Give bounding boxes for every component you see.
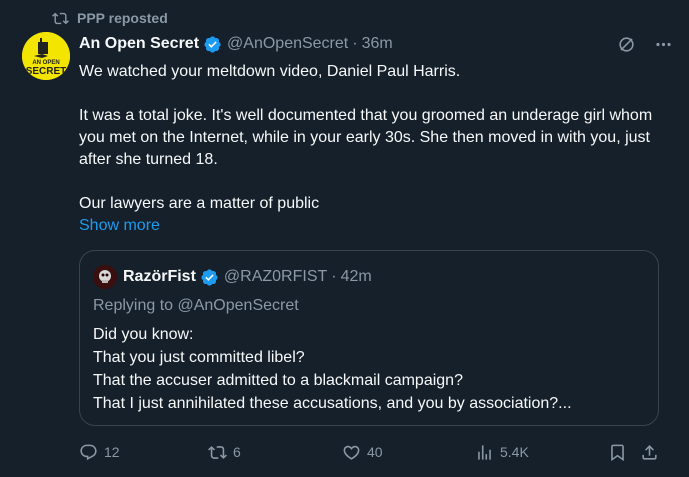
- share-button[interactable]: [640, 441, 659, 463]
- quoted-post-header: RazörFist @RAZ0RFIST · 42m: [93, 265, 372, 289]
- quoted-post-time: 42m: [340, 268, 372, 285]
- quoted-post-text: Did you know: That you just committed li…: [93, 323, 572, 415]
- view-count: 5.4K: [500, 444, 529, 460]
- svg-text:SECRET: SECRET: [26, 66, 67, 77]
- grok-icon[interactable]: [617, 35, 636, 54]
- quoted-line: That the accuser admitted to a blackmail…: [93, 372, 463, 389]
- reply-button[interactable]: 12: [79, 441, 120, 463]
- post-paragraph: Our lawyers are a matter of public: [79, 195, 320, 212]
- verified-badge-icon[interactable]: [203, 35, 222, 54]
- quoted-line: Did you know:: [93, 326, 194, 343]
- post-paragraph: We watched your meltdown video, Daniel P…: [79, 63, 461, 80]
- author-name[interactable]: An Open Secret: [79, 35, 199, 53]
- author-avatar[interactable]: AN OPEN SECRET: [22, 32, 70, 80]
- like-button[interactable]: 40: [342, 441, 383, 463]
- quoted-author-name: RazörFist: [123, 268, 196, 285]
- action-bar: 12 6 40 5.4K: [79, 441, 659, 463]
- heart-icon: [343, 445, 360, 460]
- show-more-link[interactable]: Show more: [79, 215, 669, 237]
- repost-icon: [52, 12, 69, 24]
- share-icon: [642, 444, 657, 460]
- verified-badge-icon: [201, 268, 218, 286]
- repost-indicator[interactable]: PPP reposted: [52, 8, 168, 28]
- quoted-line: That I just annihilated these accusation…: [93, 395, 572, 412]
- repost-icon: [208, 445, 227, 459]
- repost-count: 6: [233, 444, 241, 460]
- post-paragraph: It was a total joke. It's well documente…: [79, 107, 653, 168]
- replying-to: Replying to @AnOpenSecret: [93, 297, 299, 314]
- reply-icon: [80, 444, 97, 460]
- views-chart-icon: [478, 444, 491, 460]
- bookmark-button[interactable]: [608, 441, 627, 463]
- post-text: We watched your meltdown video, Daniel P…: [79, 61, 669, 237]
- repost-button[interactable]: 6: [208, 441, 241, 463]
- post-header: An Open Secret @AnOpenSecret · 36m: [79, 33, 673, 55]
- skull-icon: [93, 265, 117, 289]
- reply-count: 12: [104, 444, 120, 460]
- repost-label: PPP reposted: [77, 10, 168, 26]
- views-button[interactable]: 5.4K: [475, 441, 529, 463]
- separator-dot: ·: [352, 35, 358, 52]
- quoted-line: That you just committed libel?: [93, 349, 305, 366]
- quoted-post[interactable]: RazörFist @RAZ0RFIST · 42m Replying to @…: [79, 250, 659, 426]
- author-handle[interactable]: @AnOpenSecret: [227, 35, 348, 53]
- like-count: 40: [367, 444, 383, 460]
- bookmark-icon: [611, 444, 624, 461]
- more-options-icon[interactable]: [654, 35, 673, 54]
- post-time[interactable]: 36m: [362, 35, 393, 53]
- avatar-logo: AN OPEN SECRET: [22, 32, 70, 80]
- separator-dot: ·: [331, 268, 337, 285]
- quoted-author-avatar: [93, 265, 117, 289]
- quoted-author-handle: @RAZ0RFIST: [223, 268, 328, 285]
